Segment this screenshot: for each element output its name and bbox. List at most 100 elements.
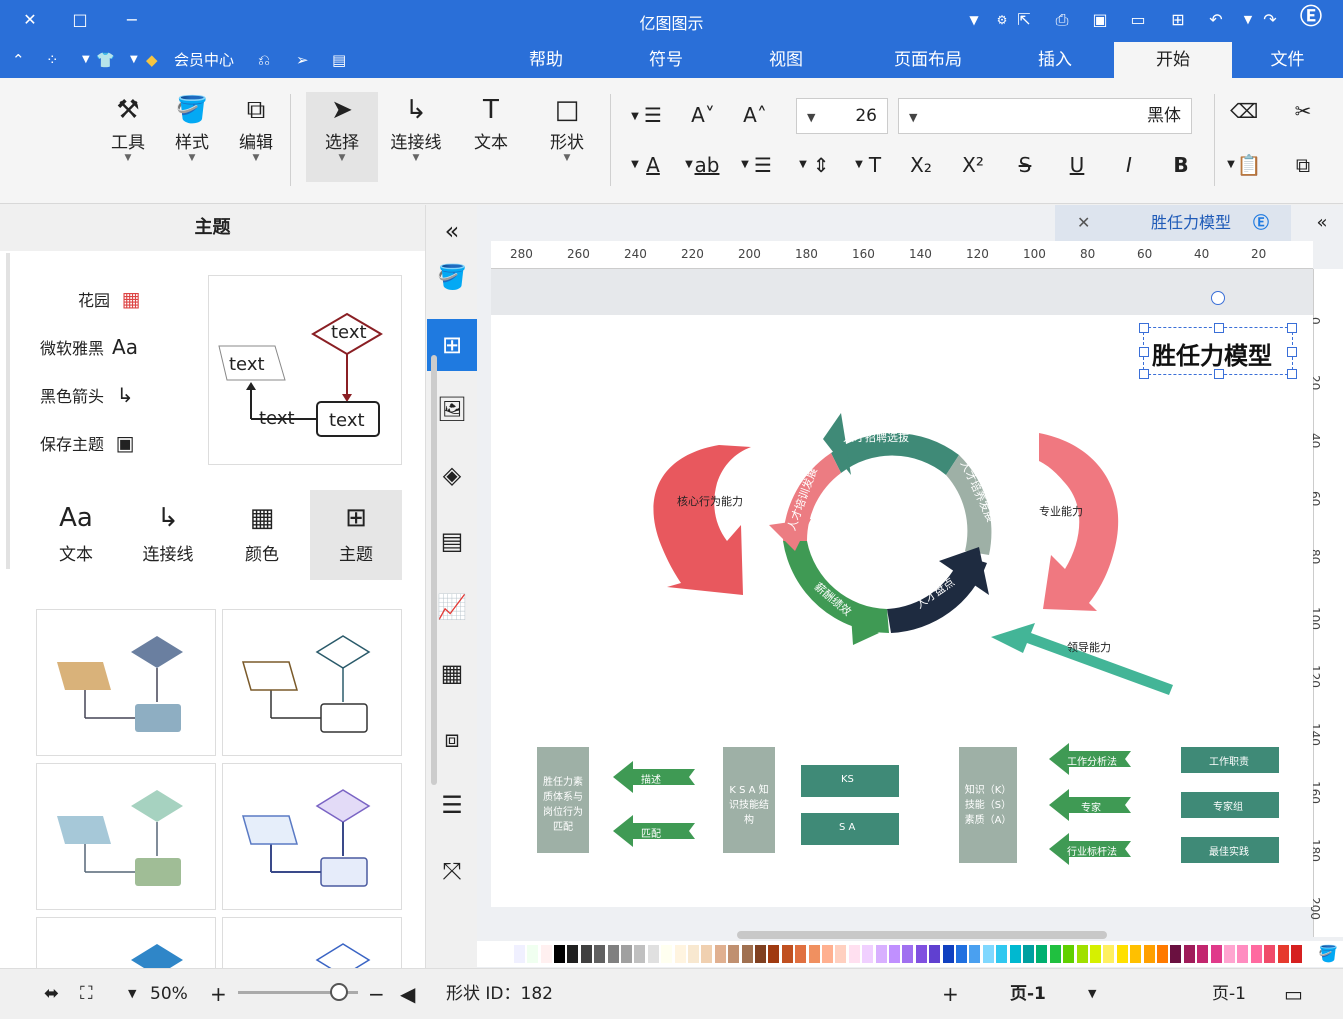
color-swatch[interactable] <box>1224 945 1235 963</box>
color-swatch[interactable] <box>647 945 659 963</box>
chevron-down-icon[interactable]: ▼ <box>1088 981 1096 1007</box>
color-swatch[interactable] <box>674 945 686 963</box>
color-swatch[interactable] <box>795 945 807 963</box>
font-grow-icon[interactable]: A˄ <box>742 102 768 128</box>
cycle-segment[interactable] <box>783 541 889 633</box>
color-swatch[interactable] <box>808 945 820 963</box>
color-swatch[interactable] <box>996 945 1008 963</box>
italic-icon[interactable]: I <box>1116 152 1142 178</box>
fit-icon[interactable]: ⤧ <box>427 845 477 897</box>
color-swatch[interactable] <box>1291 945 1302 963</box>
theme-item-font[interactable]: 微软雅黑 Aa <box>40 333 140 361</box>
print-icon[interactable]: ⎙ <box>1050 8 1074 32</box>
copy-icon[interactable]: ⧉ <box>1290 152 1316 178</box>
color-swatch[interactable] <box>1036 945 1048 963</box>
apps-icon[interactable]: ⁘ <box>46 49 59 71</box>
tab-color[interactable]: ▦ 颜色 <box>216 490 308 580</box>
theme-card[interactable] <box>36 609 216 756</box>
color-swatch[interactable] <box>1049 945 1061 963</box>
tab-symbol[interactable]: 符号 <box>606 42 726 78</box>
collapse-ribbon-icon[interactable]: ⌃ <box>12 49 25 71</box>
shape-button[interactable]: □ 形状 ▼ <box>538 92 596 163</box>
color-swatch[interactable] <box>1197 945 1209 963</box>
color-swatch[interactable] <box>781 945 793 963</box>
color-swatch[interactable] <box>500 945 512 963</box>
format-painter-icon[interactable]: ⌫ <box>1230 98 1258 124</box>
fill-bucket-icon[interactable]: 🪣 <box>1313 941 1343 967</box>
color-swatch[interactable] <box>956 945 967 963</box>
text-button[interactable]: T 文本 <box>462 92 520 153</box>
font-size-select[interactable]: ▼ 26 <box>796 98 888 134</box>
chevron-down-icon[interactable]: ▼ <box>128 981 136 1007</box>
horizontal-scrollbar[interactable] <box>737 931 1107 939</box>
color-swatch[interactable] <box>567 945 579 963</box>
shirt-icon[interactable]: 👕 <box>96 49 115 71</box>
gantt-icon[interactable]: ☰ <box>427 779 477 831</box>
style-button[interactable]: 🪣 样式 ▼ <box>164 92 220 163</box>
color-swatch[interactable] <box>714 945 726 963</box>
color-swatch[interactable] <box>929 945 941 963</box>
color-swatch[interactable] <box>1183 945 1195 963</box>
color-swatch[interactable] <box>741 945 753 963</box>
color-swatch[interactable] <box>915 945 927 963</box>
member-center-label[interactable]: 会员中心 <box>174 49 234 71</box>
color-swatch[interactable] <box>1277 945 1289 963</box>
color-swatch[interactable] <box>701 945 713 963</box>
panel-toggle-icon[interactable]: ▭ <box>1284 981 1303 1007</box>
theme-card[interactable] <box>222 609 402 756</box>
color-swatch[interactable] <box>728 945 740 963</box>
tab-connector[interactable]: ↳ 连接线 <box>122 490 214 580</box>
zoom-level[interactable]: 50% <box>150 981 188 1007</box>
color-swatch[interactable] <box>1103 945 1115 963</box>
play-icon[interactable]: ◀ <box>400 981 415 1007</box>
bold-icon[interactable]: B <box>1168 152 1194 178</box>
color-swatch[interactable] <box>580 945 592 963</box>
collapse-panel-icon[interactable]: « <box>427 205 477 257</box>
paste-icon[interactable]: 📋 <box>1236 152 1262 178</box>
fill-bucket-icon[interactable]: 🪣 <box>427 251 477 303</box>
font-shrink-icon[interactable]: A˅ <box>690 102 716 128</box>
scrollbar[interactable] <box>6 253 10 569</box>
color-swatch[interactable] <box>848 945 860 963</box>
fit-width-icon[interactable]: ⬌ <box>44 981 59 1007</box>
color-swatch[interactable] <box>661 945 673 963</box>
curved-arrow-left[interactable] <box>653 445 751 595</box>
theme-card[interactable] <box>36 917 216 968</box>
color-swatch[interactable] <box>1237 945 1249 963</box>
underline-icon[interactable]: U <box>1064 152 1090 178</box>
color-swatch[interactable] <box>621 945 632 963</box>
tool-button[interactable]: ⚒ 工具 ▼ <box>100 92 156 163</box>
chevron-down-icon[interactable]: ▼ <box>1236 8 1260 32</box>
zoom-out-icon[interactable]: − <box>368 981 385 1007</box>
color-swatch[interactable] <box>1076 945 1088 963</box>
color-swatch[interactable] <box>1157 945 1168 963</box>
superscript-icon[interactable]: X² <box>960 152 986 178</box>
edit-button[interactable]: ⧉ 编辑 ▼ <box>228 92 284 163</box>
scrollbar[interactable] <box>431 355 437 785</box>
new-file-icon[interactable]: ⊞ <box>1166 8 1190 32</box>
color-swatch[interactable] <box>1250 945 1262 963</box>
page-tab[interactable]: 页-1 <box>1010 981 1046 1007</box>
color-swatch[interactable] <box>1090 945 1101 963</box>
document-tab[interactable]: ✕ 胜任力模型 Ⓔ <box>1055 205 1291 241</box>
theme-card[interactable] <box>222 917 402 968</box>
tab-text[interactable]: Aa 文本 <box>30 490 122 580</box>
drawing-page[interactable]: 胜任力模型 人才招聘选拔 人才培养发展 人才盘点 薪酬绩效 人才培训发展 核心行… <box>491 315 1313 907</box>
tab-home[interactable]: 开始 <box>1114 42 1232 78</box>
color-swatch[interactable] <box>1023 945 1034 963</box>
diagonal-arrow[interactable] <box>991 623 1173 695</box>
theme-card[interactable] <box>222 763 402 910</box>
color-swatch[interactable] <box>835 945 847 963</box>
theme-item-garden[interactable]: 花园 ▦ <box>78 285 146 313</box>
color-swatch[interactable] <box>1116 945 1128 963</box>
color-swatch[interactable] <box>1170 945 1182 963</box>
color-swatch[interactable] <box>875 945 887 963</box>
highlight-icon[interactable]: ab <box>694 152 720 178</box>
theme-card[interactable] <box>36 763 216 910</box>
curved-arrow-right[interactable] <box>1039 433 1119 611</box>
bullet-list-icon[interactable]: ☰ <box>750 152 776 178</box>
gear-icon[interactable]: ⚙ <box>990 8 1014 32</box>
font-family-select[interactable]: ▼ 黑体 <box>898 98 1192 134</box>
color-swatch[interactable] <box>634 945 646 963</box>
color-swatch[interactable] <box>554 945 565 963</box>
